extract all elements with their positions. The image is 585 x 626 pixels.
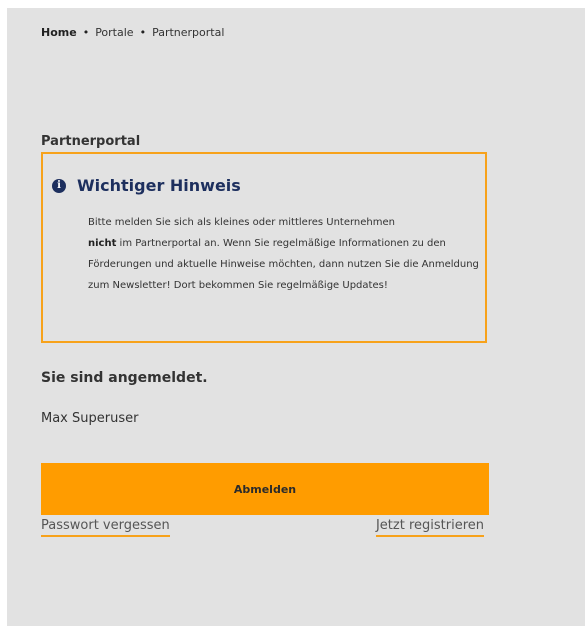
notice-body-text: Bitte melden Sie sich als kleines oder m… xyxy=(88,217,395,228)
breadcrumb-home-link[interactable]: Home xyxy=(41,26,77,39)
notice-body-text: im Partnerportal an. Wenn Sie regelmäßig… xyxy=(88,238,479,291)
logout-button[interactable]: Abmelden xyxy=(41,463,489,515)
notice-box: i Wichtiger Hinweis Bitte melden Sie sic… xyxy=(41,152,487,343)
register-link[interactable]: Jetzt registrieren xyxy=(375,518,484,537)
breadcrumb-separator: • xyxy=(139,26,147,39)
forgot-password-link[interactable]: Passwort vergessen xyxy=(41,518,170,537)
breadcrumb-current: Partnerportal xyxy=(152,26,225,39)
notice-body-emphasis: nicht xyxy=(88,238,117,249)
breadcrumb-portale-link[interactable]: Portale xyxy=(95,26,133,39)
breadcrumb-separator: • xyxy=(82,26,90,39)
notice-body: Bitte melden Sie sich als kleines oder m… xyxy=(88,212,483,296)
username: Max Superuser xyxy=(41,411,139,426)
breadcrumb: Home • Portale • Partnerportal xyxy=(41,26,224,39)
login-status-heading: Sie sind angemeldet. xyxy=(41,370,208,386)
section-title: Partnerportal xyxy=(41,134,141,149)
notice-header: i Wichtiger Hinweis xyxy=(52,176,241,195)
info-circle-icon: i xyxy=(52,178,66,193)
notice-title: Wichtiger Hinweis xyxy=(77,176,241,195)
content-panel: Home • Portale • Partnerportal Partnerportal… xyxy=(7,8,585,626)
